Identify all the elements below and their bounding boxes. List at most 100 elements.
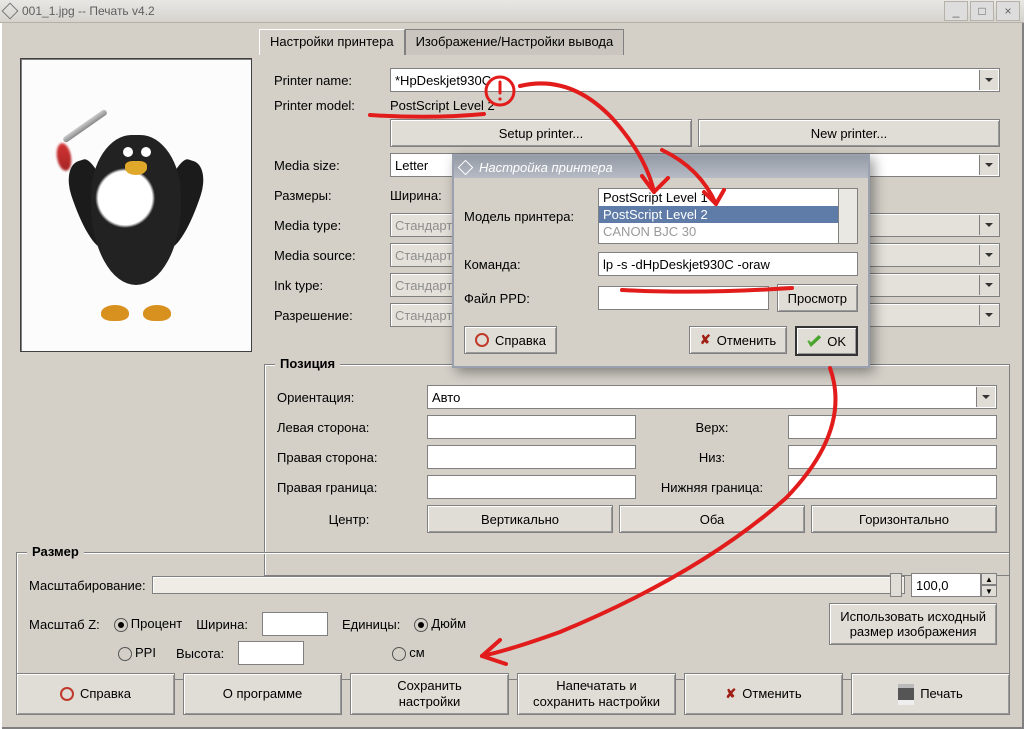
media-type-label: Media type: xyxy=(274,218,384,233)
size-width-input[interactable] xyxy=(262,612,328,636)
media-size-value: Letter xyxy=(395,158,428,173)
dialog-help-button[interactable]: Справка xyxy=(464,326,557,354)
help-button[interactable]: Справка xyxy=(16,673,175,715)
dialog-model-label: Модель принтера: xyxy=(464,209,590,224)
minimize-button[interactable]: _ xyxy=(944,1,968,21)
help-icon xyxy=(475,333,489,347)
radio-inch[interactable] xyxy=(414,618,428,632)
print-and-save-button[interactable]: Напечатать и сохранить настройки xyxy=(517,673,676,715)
print-preview xyxy=(20,58,252,352)
dialog-ppd-label: Файл PPD: xyxy=(464,291,590,306)
radio-percent[interactable] xyxy=(114,618,128,632)
units-label: Единицы: xyxy=(342,617,400,632)
printer-model-listbox[interactable]: PostScript Level 1 PostScript Level 2 CA… xyxy=(598,188,839,244)
titlebar: 001_1.jpg -- Печать v4.2 _ □ × xyxy=(0,0,1024,23)
scalez-label: Масштаб Z: xyxy=(29,617,100,632)
right-side-input[interactable] xyxy=(427,445,636,469)
ink-type-label: Ink type: xyxy=(274,278,384,293)
radio-cm[interactable] xyxy=(392,647,406,661)
list-item[interactable]: PostScript Level 2 xyxy=(599,206,838,223)
top-input[interactable] xyxy=(788,415,997,439)
tab-printer-settings[interactable]: Настройки принтера xyxy=(259,29,405,55)
printer-model-value: PostScript Level 2 xyxy=(390,98,495,113)
window-menu-icon[interactable] xyxy=(2,3,19,20)
command-input[interactable]: lp -s -dHpDeskjet930C -oraw xyxy=(598,252,858,276)
scrollbar[interactable] xyxy=(839,188,858,244)
cancel-button[interactable]: Отменить xyxy=(684,673,843,715)
bottom-border-input[interactable] xyxy=(788,475,997,499)
center-both-button[interactable]: Оба xyxy=(619,505,805,533)
bottom-input[interactable] xyxy=(788,445,997,469)
ok-icon xyxy=(807,335,821,347)
printer-model-label: Printer model: xyxy=(274,98,384,113)
maximize-button[interactable]: □ xyxy=(970,1,994,21)
right-side-label: Правая сторона: xyxy=(277,450,421,465)
left-side-label: Левая сторона: xyxy=(277,420,421,435)
printer-name-label: Printer name: xyxy=(274,73,384,88)
chevron-down-icon[interactable] xyxy=(976,387,995,407)
preview-image xyxy=(61,95,211,315)
media-size-label: Media size: xyxy=(274,158,384,173)
bottom-label: Низ: xyxy=(642,450,782,465)
dialog-cancel-button[interactable]: Отменить xyxy=(689,326,787,354)
printer-name-dropdown[interactable]: *HpDeskjet930C xyxy=(390,68,1000,92)
dialog-titlebar[interactable]: Настройка принтера xyxy=(454,156,868,178)
window-title: 001_1.jpg -- Печать v4.2 xyxy=(22,4,155,18)
print-icon xyxy=(898,688,914,700)
dialog-ok-button[interactable]: OK xyxy=(795,326,858,356)
about-button[interactable]: О программе xyxy=(183,673,342,715)
bottom-border-label: Нижняя граница: xyxy=(642,480,782,495)
size-height-label: Высота: xyxy=(176,646,224,661)
use-original-size-button[interactable]: Использовать исходный размер изображения xyxy=(829,603,997,645)
close-button[interactable]: × xyxy=(996,1,1020,21)
cancel-icon xyxy=(725,686,736,702)
scaling-spinner[interactable]: 100,0 ▲▼ xyxy=(911,573,997,597)
chevron-down-icon[interactable] xyxy=(979,70,998,90)
scaling-label: Масштабирование: xyxy=(29,578,146,593)
list-item[interactable]: PostScript Level 1 xyxy=(599,189,838,206)
top-label: Верх: xyxy=(642,420,782,435)
bottom-toolbar: Справка О программе Сохранить настройки … xyxy=(16,673,1010,715)
ppd-file-input[interactable] xyxy=(598,286,769,310)
center-horizontal-button[interactable]: Горизонтально xyxy=(811,505,997,533)
cancel-icon xyxy=(700,332,711,348)
tab-image-output[interactable]: Изображение/Настройки вывода xyxy=(405,29,625,55)
size-height-input[interactable] xyxy=(238,641,304,665)
orientation-label: Ориентация: xyxy=(277,390,421,405)
width-label: Ширина: xyxy=(390,188,450,203)
position-legend: Позиция xyxy=(275,356,340,371)
center-label: Центр: xyxy=(277,512,421,527)
dialog-command-label: Команда: xyxy=(464,257,590,272)
setup-printer-button[interactable]: Setup printer... xyxy=(390,119,692,147)
position-group: Позиция Ориентация: Авто Левая сторона: … xyxy=(264,364,1010,576)
save-settings-button[interactable]: Сохранить настройки xyxy=(350,673,509,715)
left-side-input[interactable] xyxy=(427,415,636,439)
printer-name-value: *HpDeskjet930C xyxy=(395,73,491,88)
radio-ppi[interactable] xyxy=(118,647,132,661)
center-vertical-button[interactable]: Вертикально xyxy=(427,505,613,533)
dimensions-label: Размеры: xyxy=(274,188,384,203)
right-border-input[interactable] xyxy=(427,475,636,499)
print-button[interactable]: Печать xyxy=(851,673,1010,715)
right-border-label: Правая граница: xyxy=(277,480,421,495)
browse-button[interactable]: Просмотр xyxy=(777,284,858,312)
list-item[interactable]: CANON BJC 30 xyxy=(599,223,838,240)
new-printer-button[interactable]: New printer... xyxy=(698,119,1000,147)
window-menu-icon[interactable] xyxy=(458,159,474,175)
chevron-down-icon[interactable]: ▼ xyxy=(981,585,997,597)
size-group: Размер Масштабирование: 100,0 ▲▼ Масштаб… xyxy=(16,552,1010,680)
help-icon xyxy=(60,687,74,701)
size-width-label: Ширина: xyxy=(196,617,248,632)
chevron-down-icon[interactable] xyxy=(979,245,998,265)
orientation-dropdown[interactable]: Авто xyxy=(427,385,997,409)
chevron-up-icon[interactable]: ▲ xyxy=(981,573,997,585)
dialog-title: Настройка принтера xyxy=(479,160,613,175)
setup-printer-dialog: Настройка принтера Модель принтера: Post… xyxy=(452,154,870,368)
chevron-down-icon[interactable] xyxy=(979,155,998,175)
chevron-down-icon[interactable] xyxy=(979,215,998,235)
resolution-label: Разрешение: xyxy=(274,308,384,323)
scaling-slider[interactable] xyxy=(152,576,905,594)
chevron-down-icon[interactable] xyxy=(979,275,998,295)
chevron-down-icon[interactable] xyxy=(979,305,998,325)
scaling-value[interactable]: 100,0 xyxy=(911,573,981,597)
